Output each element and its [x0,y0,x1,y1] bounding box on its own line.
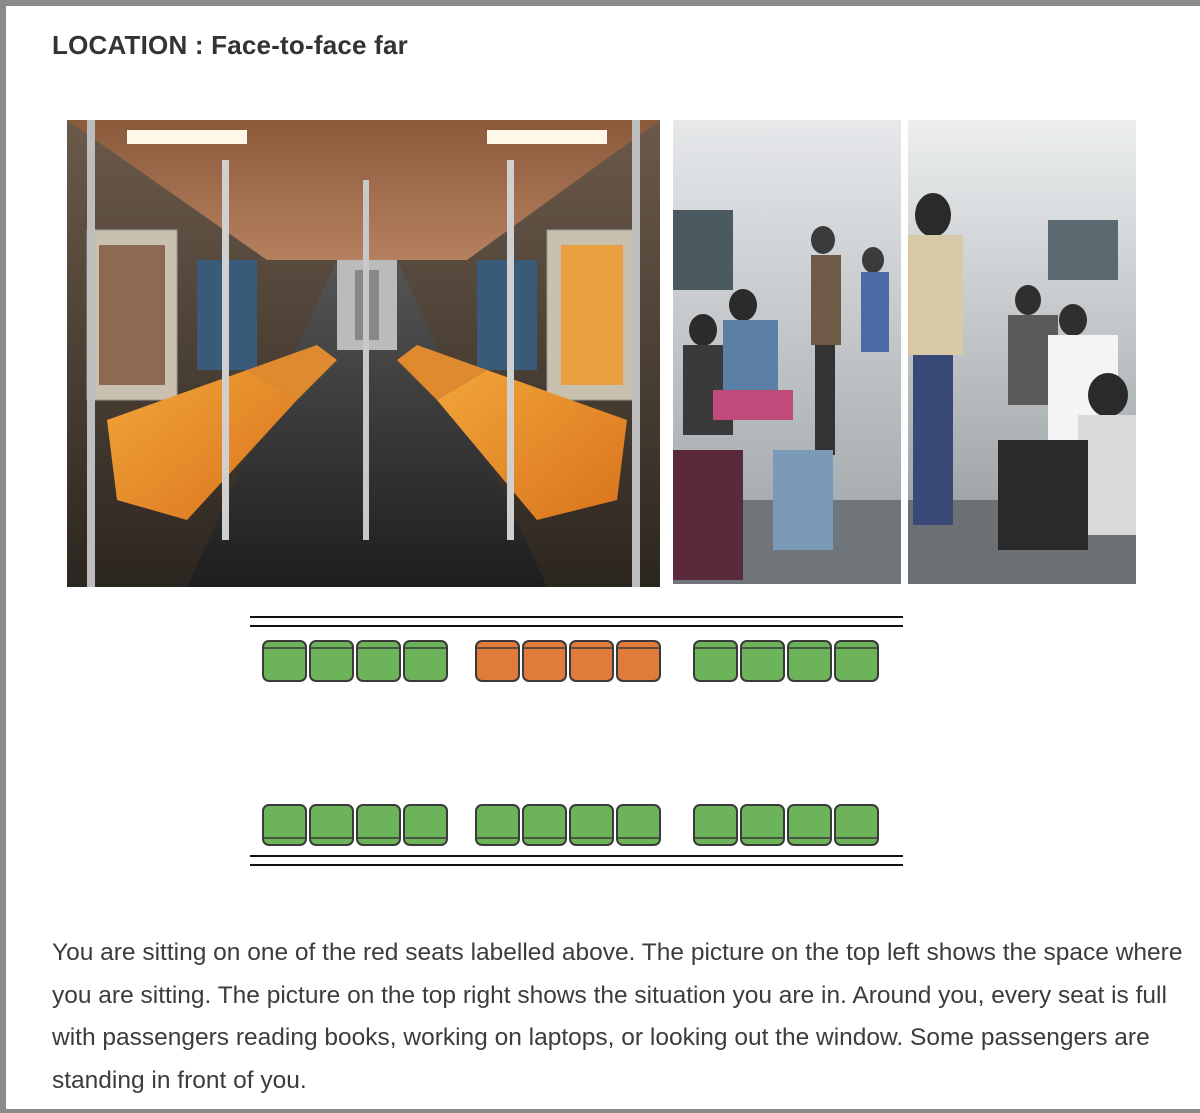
bottom-row-seat-2-4 [616,804,661,846]
scenario-description: You are sitting on one of the red seats … [52,939,1183,1094]
bottom-row-seat-1-1 [262,804,307,846]
bottom-row-seat-2-2 [522,804,567,846]
bottom-row-seat-1-2 [309,804,354,846]
location-title: LOCATION : Face-to-face far [52,30,408,60]
top-row-seat-3-2 [740,640,785,682]
bottom-row-seat-3-4 [834,804,879,846]
crowded-subway-car-photo-2 [908,120,1136,584]
top-row-seat-1-3 [356,640,401,682]
bottom-row-seat-3-3 [787,804,832,846]
top-row-seat-2-2-red-seat [522,640,567,682]
bottom-row-seat-3-1 [693,804,738,846]
top-row-seat-1-1 [262,640,307,682]
top-row-seat-3-3 [787,640,832,682]
top-row-seat-2-4-red-seat [616,640,661,682]
top-row-seat-3-1 [693,640,738,682]
bottom-row-seat-1-4 [403,804,448,846]
crowded-subway-car-photo-1 [673,120,901,584]
empty-subway-car-photo [67,120,660,587]
top-row-seat-2-1-red-seat [475,640,520,682]
bottom-row-seat-3-2 [740,804,785,846]
top-row-seat-1-4 [403,640,448,682]
bottom-row-seat-2-1 [475,804,520,846]
top-row-seat-3-4 [834,640,879,682]
top-row-seat-1-2 [309,640,354,682]
seat-map-diagram [248,612,904,872]
top-row-seat-2-3-red-seat [569,640,614,682]
bottom-row-seat-1-3 [356,804,401,846]
bottom-row-seat-2-3 [569,804,614,846]
